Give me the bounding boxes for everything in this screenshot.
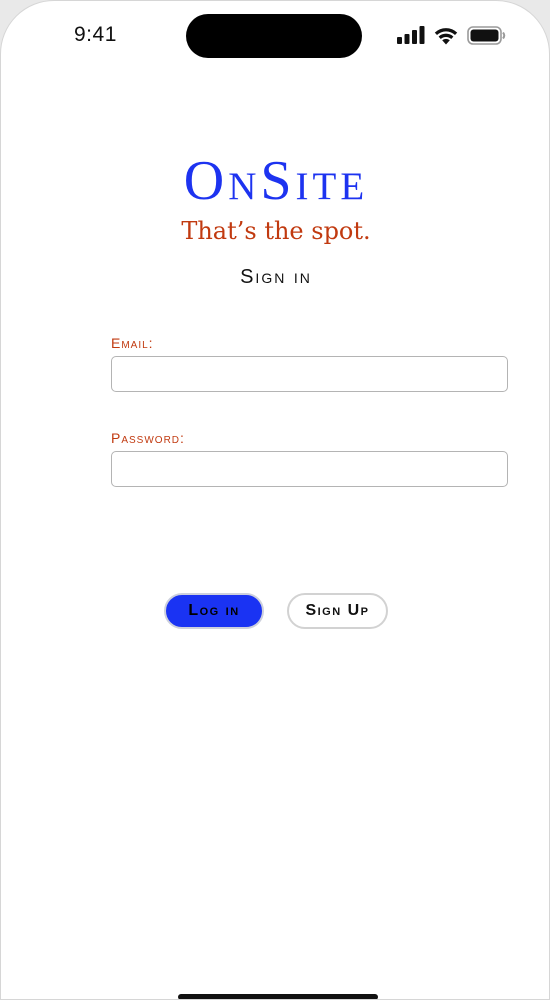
wifi-icon — [433, 26, 459, 45]
home-indicator[interactable] — [178, 994, 378, 999]
status-icons — [397, 25, 507, 45]
cellular-signal-icon — [397, 26, 425, 44]
battery-icon — [467, 25, 507, 45]
login-button[interactable]: Log in — [164, 593, 264, 629]
email-field[interactable] — [111, 356, 508, 392]
phone-screen: 9:41 OnSite That’s the spot. Sign in Ema… — [0, 0, 550, 1000]
signup-button[interactable]: Sign Up — [287, 593, 388, 629]
password-field[interactable] — [111, 451, 508, 487]
page-title: Sign in — [240, 266, 312, 288]
email-label: Email: — [111, 335, 154, 351]
status-bar: 9:41 — [1, 1, 549, 71]
dynamic-island — [186, 14, 362, 58]
tagline: That’s the spot. — [181, 217, 371, 245]
app-logo: OnSite — [183, 150, 369, 212]
password-label: Password: — [111, 430, 185, 446]
status-time: 9:41 — [74, 23, 117, 46]
